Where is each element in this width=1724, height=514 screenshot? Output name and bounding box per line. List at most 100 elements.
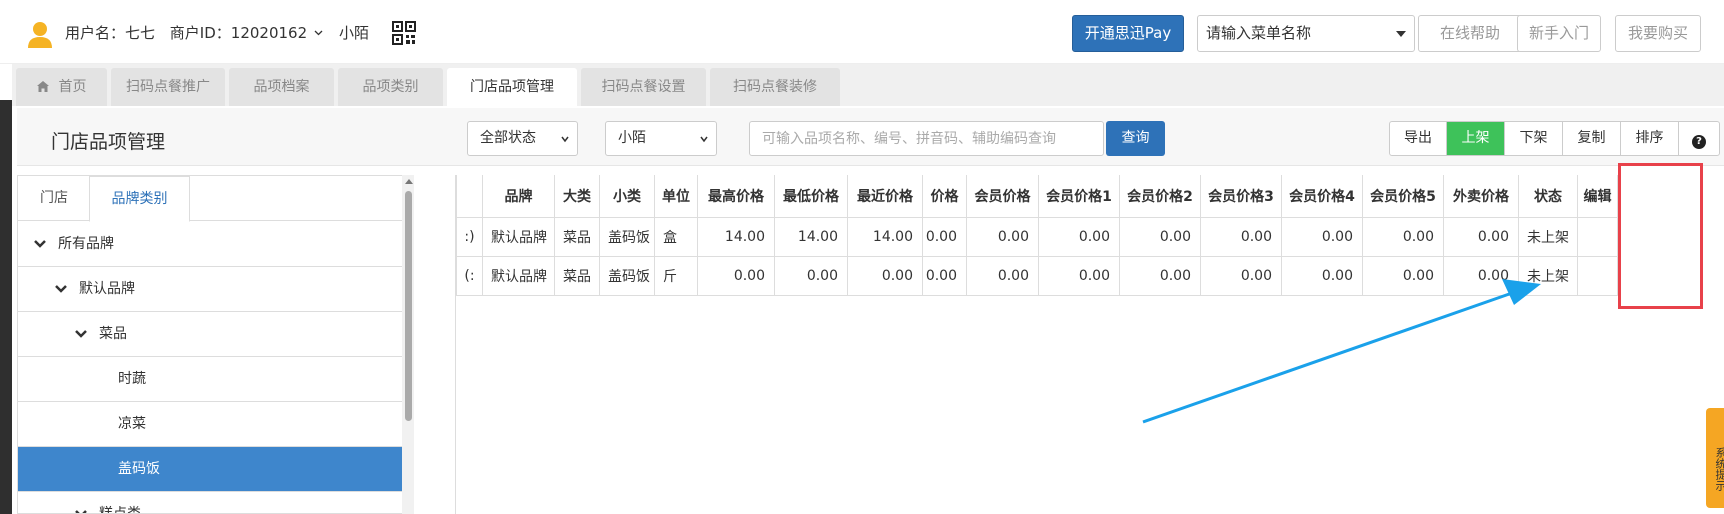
tab-item-category[interactable]: 品项类别 [338, 68, 443, 106]
column-header[interactable]: 大类 [554, 175, 600, 218]
scrollbar-thumb[interactable] [405, 191, 412, 421]
qr-code-icon[interactable] [392, 21, 416, 45]
tab-scan-order-promo[interactable]: 扫码点餐推广 [111, 68, 225, 106]
merchant-id-label: 商户ID：12020162 [169, 24, 308, 42]
column-header[interactable]: 最高价格 [697, 175, 775, 218]
item-table: 品牌 大类 小类 单位 最高价格 最低价格 最近价格 价格 会员价格 会员价格1… [456, 175, 1618, 296]
cell-max-price: 14.00 [697, 216, 775, 257]
cell-edit[interactable] [1577, 255, 1618, 296]
scroll-up-arrow-icon[interactable] [405, 179, 413, 184]
column-header[interactable]: 会员价格3 [1200, 175, 1282, 218]
cell-takeout-price: 0.00 [1443, 255, 1519, 296]
column-header[interactable]: 最低价格 [774, 175, 848, 218]
take-off-shelf-button[interactable]: 下架 [1505, 122, 1563, 155]
column-header[interactable]: 最近价格 [847, 175, 923, 218]
cell-unit: 斤 [654, 255, 698, 296]
tree-item-label: 糕点类 [99, 506, 141, 514]
cell-lead: (: [456, 255, 483, 296]
column-header[interactable]: 品牌 [482, 175, 555, 218]
tab-store-item-management[interactable]: 门店品项管理 [447, 68, 577, 106]
open-pay-button[interactable]: 开通思迅Pay [1072, 15, 1184, 52]
category-tree: 所有品牌 默认品牌 菜品 时蔬 凉菜 盖码饭 糕点类 [18, 222, 406, 514]
column-header[interactable]: 会员价格5 [1362, 175, 1444, 218]
column-header[interactable]: 会员价格1 [1038, 175, 1120, 218]
table-row[interactable]: (: 默认品牌 菜品 盖码饭 斤 0.00 0.00 0.00 0.00 0.0… [456, 255, 1618, 296]
column-header[interactable]: 价格 [922, 175, 967, 218]
tree-item-label: 菜品 [99, 326, 127, 342]
tree-item-rice-bowl[interactable]: 盖码饭 [18, 447, 406, 492]
copy-button[interactable]: 复制 [1563, 122, 1621, 155]
tree-scrollbar[interactable] [402, 175, 414, 514]
cell-vip-price: 0.00 [966, 216, 1039, 257]
tree-item-label: 时蔬 [118, 371, 146, 387]
menu-search-select[interactable]: 请输入菜单名称 [1197, 15, 1415, 52]
chevron-down-icon[interactable] [75, 510, 87, 514]
cell-vip-price1: 0.00 [1038, 216, 1120, 257]
status-filter-select[interactable]: 全部状态 [467, 121, 578, 156]
column-header[interactable]: 会员价格 [966, 175, 1039, 218]
user-info[interactable]: 用户名：七七 商户ID：12020162 [65, 22, 323, 43]
store-filter-select[interactable]: 小陌 [605, 121, 717, 156]
chevron-down-icon[interactable] [34, 240, 46, 248]
chevron-down-icon[interactable] [75, 330, 87, 338]
tab-brand-category[interactable]: 品牌类别 [89, 176, 190, 222]
menu-search-placeholder: 请输入菜单名称 [1206, 24, 1312, 42]
tab-store[interactable]: 门店 [18, 176, 90, 221]
column-header[interactable]: 小类 [599, 175, 655, 218]
tab-scan-order-decoration[interactable]: 扫码点餐装修 [710, 68, 840, 106]
left-edge-strip [0, 100, 12, 514]
column-header[interactable]: 会员价格4 [1281, 175, 1363, 218]
column-header[interactable]: 状态 [1518, 175, 1578, 218]
column-header[interactable]: 编辑 [1577, 175, 1618, 218]
tab-home[interactable]: 首页 [16, 68, 107, 106]
cell-vip-price4: 0.00 [1281, 255, 1363, 296]
column-header[interactable]: 外卖价格 [1443, 175, 1519, 218]
buy-button[interactable]: 我要购买 [1615, 15, 1701, 52]
table-row[interactable]: :) 默认品牌 菜品 盖码饭 盒 14.00 14.00 14.00 0.00 … [456, 216, 1618, 257]
tab-scan-order-settings[interactable]: 扫码点餐设置 [581, 68, 706, 106]
tree-item-all-brands[interactable]: 所有品牌 [18, 222, 406, 267]
page-toolbar: 门店品项管理 全部状态 小陌 查询 导出 上架 下架 复制 排序 ? [17, 108, 1724, 166]
cell-max-price: 0.00 [697, 255, 775, 296]
sort-button[interactable]: 排序 [1621, 122, 1679, 155]
cell-price: 0.00 [922, 255, 967, 296]
chevron-down-icon[interactable] [55, 285, 67, 293]
chevron-down-icon[interactable] [314, 30, 323, 36]
tree-item-pastry[interactable]: 糕点类 [18, 492, 406, 514]
category-tree-panel: 门店 品牌类别 所有品牌 默认品牌 菜品 时蔬 凉菜 盖码饭 糕点类 [17, 175, 410, 514]
tab-label: 首页 [58, 79, 87, 95]
cell-status: 未上架 [1518, 216, 1578, 257]
online-help-button[interactable]: 在线帮助 [1418, 15, 1522, 52]
column-header[interactable]: 单位 [654, 175, 698, 218]
tab-item-archive[interactable]: 品项档案 [229, 68, 334, 106]
tree-item-dishes[interactable]: 菜品 [18, 312, 406, 357]
cell-price: 0.00 [922, 216, 967, 257]
tree-item-label: 默认品牌 [79, 281, 135, 297]
cell-recent-price: 14.00 [847, 216, 923, 257]
tree-item-vegetables[interactable]: 时蔬 [18, 357, 406, 402]
tree-item-cold-dishes[interactable]: 凉菜 [18, 402, 406, 447]
help-button[interactable]: ? [1679, 122, 1719, 155]
item-search-input[interactable] [749, 121, 1104, 156]
query-button[interactable]: 查询 [1106, 121, 1165, 156]
question-icon: ? [1692, 135, 1706, 149]
cell-vip-price2: 0.00 [1119, 216, 1201, 257]
cell-vip-price1: 0.00 [1038, 255, 1120, 296]
cell-category: 菜品 [554, 255, 600, 296]
cell-edit[interactable] [1577, 216, 1618, 257]
list-on-shelf-button[interactable]: 上架 [1447, 122, 1505, 155]
cell-brand: 默认品牌 [482, 216, 555, 257]
tree-tabs: 门店 品牌类别 [18, 176, 409, 222]
caret-down-icon [1396, 31, 1406, 37]
store-filter-value: 小陌 [618, 130, 646, 146]
action-button-group: 导出 上架 下架 复制 排序 ? [1389, 121, 1720, 156]
column-header[interactable]: 会员价格2 [1119, 175, 1201, 218]
store-name: 小陌 [339, 24, 370, 42]
system-tip-tab[interactable]: 系统提示 [1706, 408, 1724, 508]
cell-vip-price3: 0.00 [1200, 255, 1282, 296]
cell-vip-price5: 0.00 [1362, 255, 1444, 296]
export-button[interactable]: 导出 [1390, 122, 1447, 155]
cell-unit: 盒 [654, 216, 698, 257]
tree-item-default-brand[interactable]: 默认品牌 [18, 267, 406, 312]
beginner-guide-button[interactable]: 新手入门 [1517, 15, 1601, 52]
